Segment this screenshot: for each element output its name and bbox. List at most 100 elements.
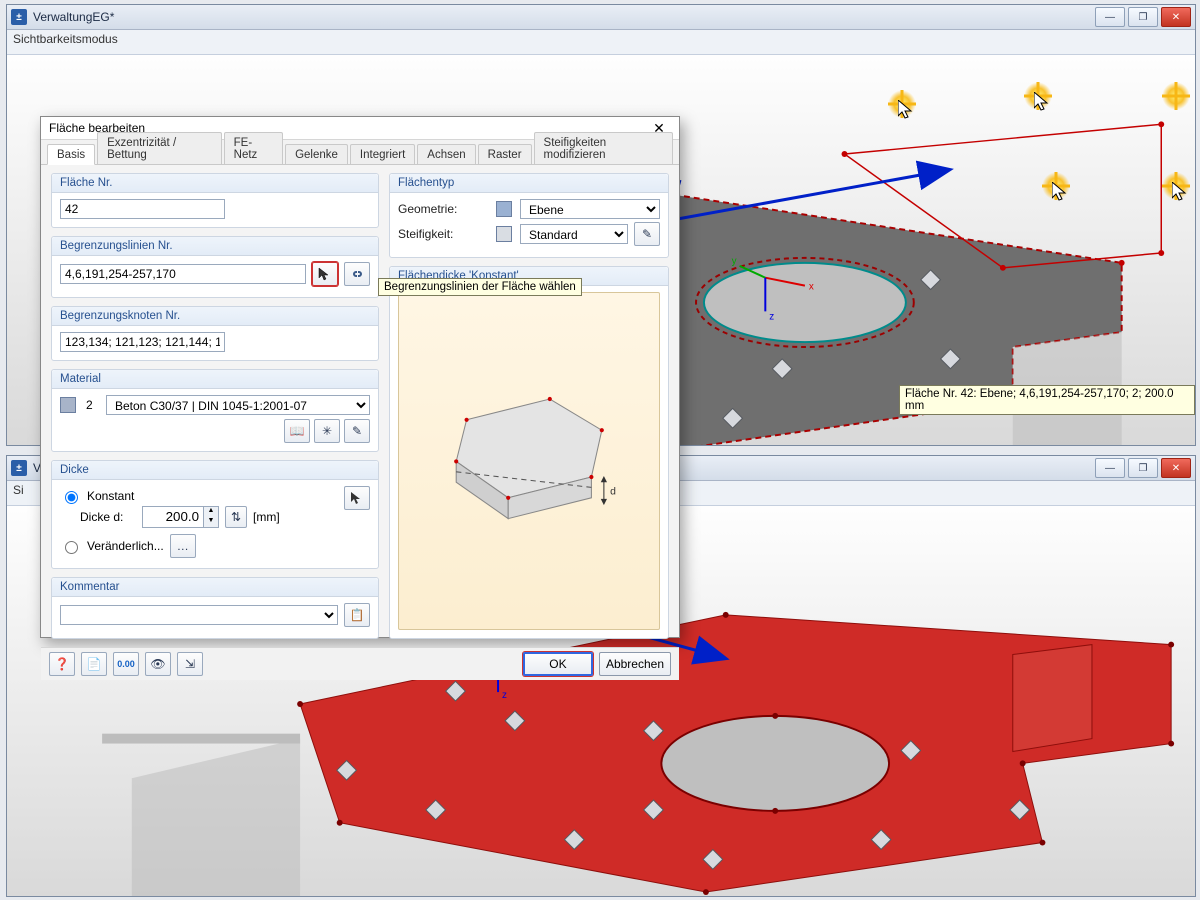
dialog-tabs: Basis Exzentrizität / Bettung FE-Netz Ge… — [41, 140, 679, 165]
geometry-color-swatch — [496, 201, 512, 217]
tab-eccentricity[interactable]: Exzentrizität / Bettung — [97, 132, 222, 164]
material-group: Material 2 Beton C30/37 | DIN 1045-1:200… — [51, 369, 379, 452]
close-window-button[interactable]: ✕ — [1161, 7, 1191, 27]
material-select[interactable]: Beton C30/37 | DIN 1045-1:2001-07 — [106, 395, 370, 415]
spinner-down-icon: ▼ — [204, 517, 218, 527]
tab-integrated[interactable]: Integriert — [350, 144, 415, 164]
minimize-button[interactable]: — — [1095, 7, 1125, 27]
surface-type-label: Flächentyp — [390, 174, 668, 193]
tab-hinges[interactable]: Gelenke — [285, 144, 348, 164]
svg-text:y: y — [732, 256, 737, 267]
surface-type-group: Flächentyp Geometrie: Ebene Steifigkeit: — [389, 173, 669, 258]
thickness-variable-edit-button[interactable]: … — [170, 534, 196, 558]
chain-icon — [350, 267, 364, 281]
surface-number-label: Fläche Nr. — [52, 174, 378, 193]
tab-fe-mesh[interactable]: FE-Netz — [224, 132, 283, 164]
pick-boundary-lines-button[interactable] — [312, 262, 338, 286]
click-flash-1 — [888, 90, 916, 118]
comment-select[interactable] — [60, 605, 338, 625]
app-icon: ± — [11, 9, 27, 25]
thickness-illustration: d — [398, 292, 660, 630]
comment-group: Kommentar 📋 — [51, 577, 379, 639]
stiffness-color-swatch — [496, 226, 512, 242]
comment-label: Kommentar — [52, 578, 378, 597]
material-library-button[interactable]: 📖 — [284, 419, 310, 443]
view-button[interactable]: 👁 — [145, 652, 171, 676]
comment-pick-button[interactable]: 📋 — [344, 603, 370, 627]
surface-number-group: Fläche Nr. — [51, 173, 379, 228]
stiffness-label: Steifigkeit: — [398, 227, 490, 241]
notes-button[interactable]: 📄 — [81, 652, 107, 676]
boundary-lines-label: Begrenzungslinien Nr. — [52, 237, 378, 256]
tab-grid[interactable]: Raster — [478, 144, 532, 164]
boundary-nodes-group: Begrenzungsknoten Nr. — [51, 306, 379, 361]
cursor-icon — [1034, 92, 1052, 114]
book-icon: 📖 — [290, 424, 305, 438]
units-button[interactable]: 0.00 — [113, 652, 139, 676]
material-label: Material — [52, 370, 378, 389]
cursor-icon — [898, 100, 916, 122]
cursor-icon — [1052, 182, 1070, 204]
thickness-variable-radio[interactable] — [65, 541, 78, 554]
thickness-preview-group: Flächendicke 'Konstant' d — [389, 266, 669, 639]
restore-button[interactable]: ❐ — [1128, 7, 1158, 27]
bottom-window-controls: — ❐ ✕ — [1095, 458, 1191, 478]
click-flash-5 — [1162, 82, 1190, 110]
pencil-icon: ✎ — [352, 424, 362, 438]
tab-stiffness-modify[interactable]: Steifigkeiten modifizieren — [534, 132, 673, 164]
material-index: 2 — [86, 398, 100, 412]
boundary-nodes-label: Begrenzungsknoten Nr. — [52, 307, 378, 326]
thickness-constant-radio[interactable] — [65, 491, 78, 504]
ok-button[interactable]: OK — [523, 652, 593, 676]
edit-surface-dialog: Fläche bearbeiten ✕ Basis Exzentrizität … — [40, 116, 680, 638]
app-icon: ± — [11, 460, 27, 476]
thickness-d-spinner[interactable]: ▲▼ — [142, 506, 219, 528]
boundary-nodes-input[interactable] — [60, 332, 225, 352]
new-file-icon: ✳ — [322, 424, 332, 438]
spinner-up-icon: ▲ — [204, 507, 218, 517]
apply-icon: ⇲ — [185, 657, 195, 671]
tab-basis[interactable]: Basis — [47, 144, 95, 165]
top-window-title: VerwaltungEG* — [33, 10, 1089, 24]
eye-icon: 👁 — [150, 657, 165, 671]
svg-text:z: z — [769, 311, 774, 322]
material-edit-button[interactable]: ✎ — [344, 419, 370, 443]
restore-button[interactable]: ❐ — [1128, 458, 1158, 478]
dialog-footer: ❓ 📄 0.00 👁 ⇲ OK Abbrechen — [41, 647, 679, 680]
cancel-button[interactable]: Abbrechen — [599, 652, 671, 676]
thickness-label: Dicke — [52, 461, 378, 480]
material-new-button[interactable]: ✳ — [314, 419, 340, 443]
top-window-titlebar: ± VerwaltungEG* — ❐ ✕ — [7, 5, 1195, 30]
notes-icon: 📄 — [87, 657, 102, 671]
thickness-d-label: Dicke d: — [80, 510, 136, 524]
thickness-pick-button[interactable] — [344, 486, 370, 510]
thickness-variable-label: Veränderlich... — [87, 539, 164, 553]
boundary-lines-group: Begrenzungslinien Nr. — [51, 236, 379, 298]
thickness-d-input[interactable] — [143, 507, 203, 525]
surface-number-input[interactable] — [60, 199, 225, 219]
help-icon: ❓ — [55, 657, 70, 671]
boundary-lines-options-button[interactable] — [344, 262, 370, 286]
hover-status-tooltip: Fläche Nr. 42: Ebene; 4,6,191,254-257,17… — [899, 385, 1195, 415]
help-button[interactable]: ❓ — [49, 652, 75, 676]
click-flash-4 — [1162, 172, 1190, 200]
apply-button[interactable]: ⇲ — [177, 652, 203, 676]
thickness-constant-label: Konstant — [87, 489, 134, 503]
pick-lines-tooltip: Begrenzungslinien der Fläche wählen — [378, 278, 582, 296]
visibility-mode-label: Sichtbarkeitsmodus — [7, 30, 1195, 55]
thickness-stepper-button[interactable]: ⇅ — [225, 506, 247, 528]
stiffness-edit-button[interactable]: ✎ — [634, 222, 660, 246]
units-icon: 0.00 — [117, 659, 135, 669]
thickness-group: Dicke Konstant Dicke d: ▲▼ — [51, 460, 379, 569]
boundary-lines-input[interactable] — [60, 264, 306, 284]
stiffness-select[interactable]: Standard — [520, 224, 628, 244]
geometry-select[interactable]: Ebene — [520, 199, 660, 219]
click-flash-3 — [1042, 172, 1070, 200]
minimize-button[interactable]: — — [1095, 458, 1125, 478]
pick-arrow-icon — [350, 491, 364, 505]
thickness-d-unit: [mm] — [253, 510, 280, 524]
cursor-icon — [1172, 182, 1190, 204]
tab-axes[interactable]: Achsen — [417, 144, 475, 164]
svg-text:z: z — [502, 690, 507, 701]
close-window-button[interactable]: ✕ — [1161, 458, 1191, 478]
